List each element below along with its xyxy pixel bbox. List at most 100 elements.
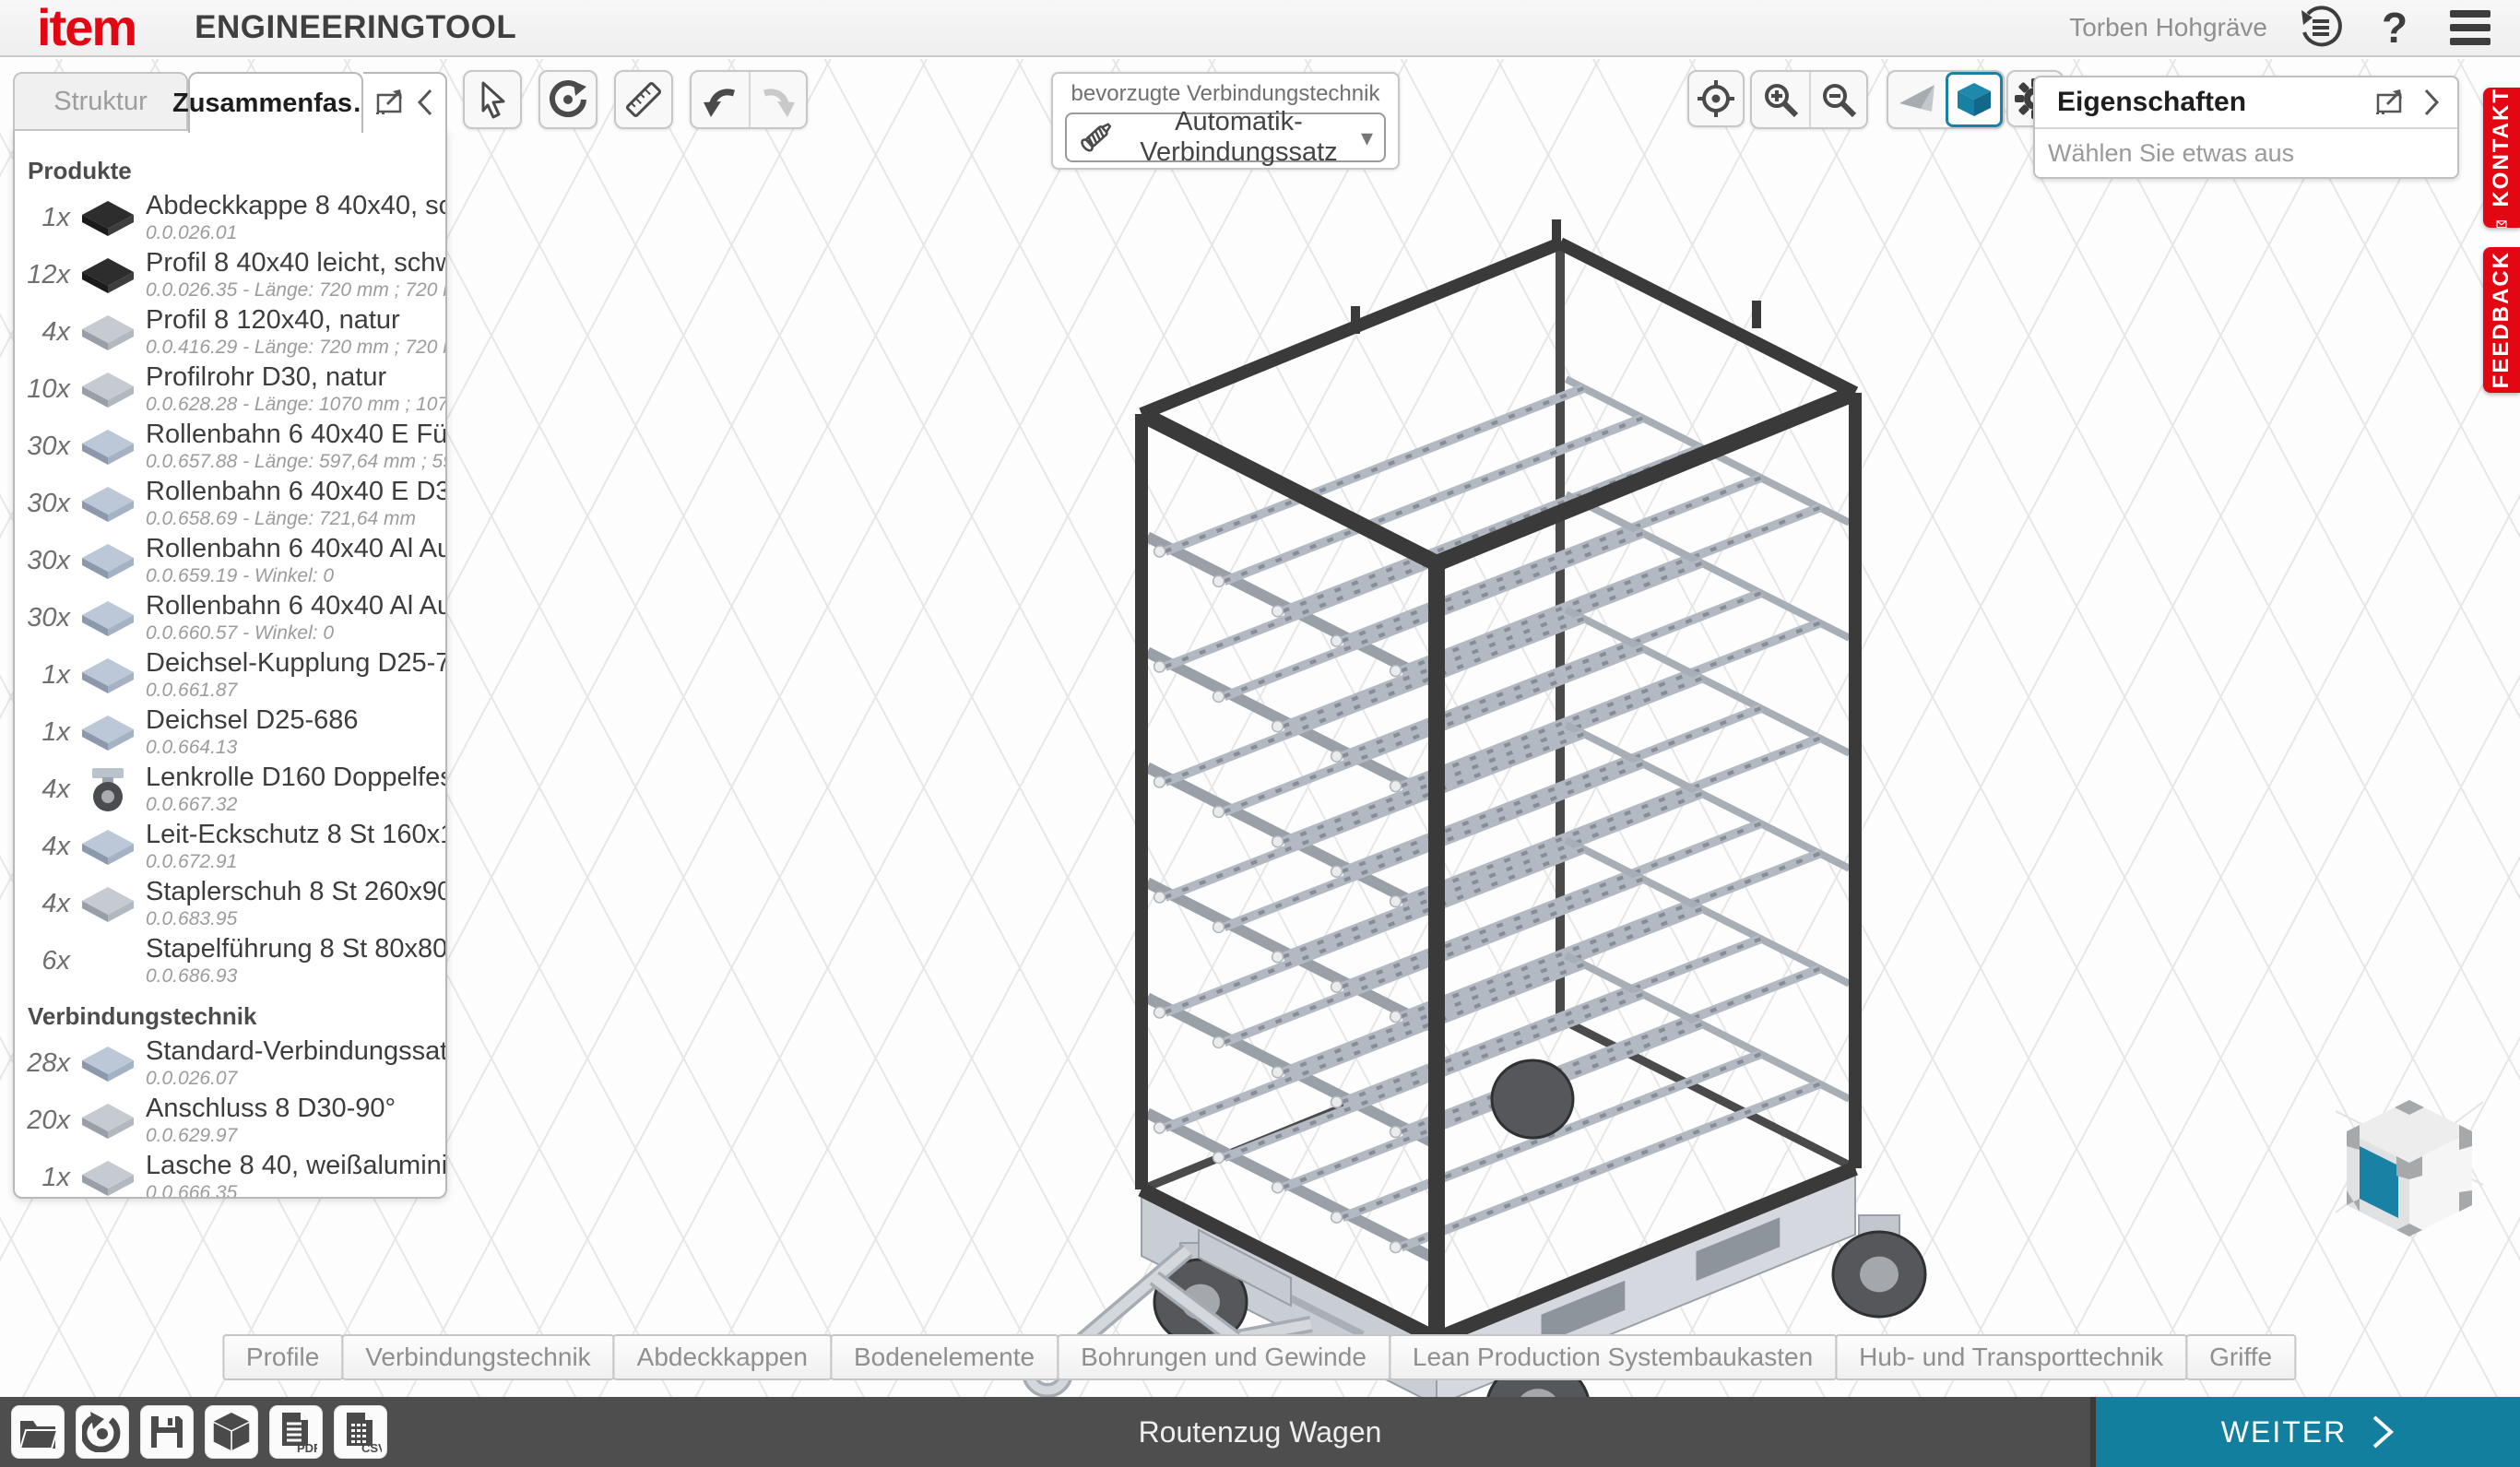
collapse-panel-icon[interactable] <box>416 88 434 117</box>
zoom-in-button[interactable] <box>1752 72 1809 127</box>
export-csv-button[interactable]: CSV <box>334 1405 387 1459</box>
part-name: Profil 8 40x40 leicht, schw… <box>146 248 445 278</box>
part-row[interactable]: 4xStaplerschuh 8 St 260x90x…0.0.683.95 <box>15 875 445 932</box>
export-3d-button[interactable] <box>205 1405 258 1459</box>
export-pdf-button[interactable]: PDF <box>269 1405 323 1459</box>
history-icon[interactable] <box>2295 4 2343 52</box>
kontakt-tab[interactable]: KONTAKT <box>2483 88 2520 228</box>
category-tab-hub-und-transporttechnik[interactable]: Hub- und Transporttechnik <box>1835 1334 2187 1380</box>
tab-struktur[interactable]: Struktur <box>13 72 188 131</box>
undo-button[interactable] <box>692 72 749 127</box>
help-icon[interactable]: ? <box>2371 4 2419 52</box>
svg-text:CSV: CSV <box>361 1441 382 1453</box>
part-row[interactable]: 30xRollenbahn 6 40x40 E Führ…0.0.657.88 … <box>15 418 445 475</box>
category-tab-verbindungstechnik[interactable]: Verbindungstechnik <box>341 1334 614 1380</box>
part-info: 0.0.657.88 - Länge: 597,64 mm ; 597,64 m… <box>146 451 445 473</box>
summary-panel: Produkte1xAbdeckkappe 8 40x40, sch…0.0.0… <box>13 129 447 1199</box>
app-header: item ENGINEERINGTOOL Torben Hohgräve ? <box>0 0 2520 57</box>
cart-model[interactable] <box>922 197 2084 1451</box>
part-info: 0.0.686.93 <box>146 965 445 988</box>
transparent-view-button[interactable] <box>1888 72 1946 127</box>
select-tool-button[interactable] <box>463 70 522 129</box>
connection-select[interactable]: Automatik-Verbindungssatz ▾ <box>1065 112 1386 162</box>
part-info: 0.0.026.01 <box>146 222 445 244</box>
redo-button[interactable] <box>749 72 806 127</box>
part-row[interactable]: 1xDeichsel D25-6860.0.664.13 <box>15 704 445 761</box>
roller-bracket-thumbnail <box>70 538 146 583</box>
part-name: Profilrohr D30, natur <box>146 362 445 393</box>
part-info: 0.0.026.07 <box>146 1068 445 1090</box>
part-row[interactable]: 1xAbdeckkappe 8 40x40, sch…0.0.026.01 <box>15 189 445 246</box>
open-project-button[interactable] <box>11 1405 65 1459</box>
part-quantity: 30x <box>15 603 70 633</box>
part-quantity: 30x <box>15 432 70 462</box>
history-icon <box>2296 5 2342 51</box>
part-row[interactable]: 20xAnschluss 8 D30-90°0.0.629.97 <box>15 1092 445 1149</box>
part-row[interactable]: 6xStapelführung 8 St 80x80-3…0.0.686.93 <box>15 932 445 989</box>
part-name: Lenkrolle D160 Doppelfest… <box>146 763 445 793</box>
part-name: Deichsel-Kupplung D25-74,… <box>146 648 445 679</box>
zoom-out-button[interactable] <box>1809 72 1866 127</box>
envelope-icon <box>2490 220 2513 228</box>
view-cube[interactable] <box>2336 1074 2483 1259</box>
part-info: 0.0.661.87 <box>146 680 445 702</box>
part-row[interactable]: 30xRollenbahn 6 40x40 Al Auf…0.0.660.57 … <box>15 589 445 646</box>
project-name: Routenzug Wagen <box>1139 1397 1382 1467</box>
view-mode-group <box>1887 70 2005 129</box>
part-row[interactable]: 4xProfil 8 120x40, natur0.0.416.29 - Län… <box>15 303 445 361</box>
redo-icon <box>759 80 798 119</box>
connection-value: Automatik-Verbindungssatz <box>1117 107 1361 168</box>
part-name: Staplerschuh 8 St 260x90x… <box>146 877 445 907</box>
chevron-down-icon: ▾ <box>1361 124 1373 152</box>
profile-tube-thumbnail <box>70 367 146 411</box>
part-quantity: 1x <box>15 203 70 233</box>
reset-button[interactable] <box>76 1405 129 1459</box>
solid-view-button[interactable] <box>1946 72 2003 127</box>
caster-thumbnail <box>70 765 146 813</box>
category-tab-lean-production-systembaukasten[interactable]: Lean Production Systembaukasten <box>1389 1334 1837 1380</box>
part-row[interactable]: 1xLasche 8 40, weißaluminiu…0.0.666.35 <box>15 1149 445 1199</box>
part-info: 0.0.667.32 <box>146 794 445 816</box>
category-tab-bodenelemente[interactable]: Bodenelemente <box>830 1334 1059 1380</box>
part-info: 0.0.628.28 - Länge: 1070 mm ; 1070 mm <box>146 394 445 416</box>
category-tab-abdeckkappen[interactable]: Abdeckkappen <box>613 1334 832 1380</box>
cursor-icon <box>474 79 511 120</box>
cover-cap-black-thumbnail <box>70 195 146 240</box>
solid-view-icon <box>1954 79 1994 120</box>
collapse-properties-icon[interactable] <box>2422 88 2441 117</box>
center-view-button[interactable] <box>1687 70 1745 127</box>
connection-label: bevorzugte Verbindungstechnik <box>1071 81 1380 107</box>
user-name: Torben Hohgräve <box>2069 13 2267 42</box>
part-info: 0.0.666.35 <box>146 1182 445 1199</box>
popout-properties-icon[interactable] <box>2374 88 2406 117</box>
category-tab-profile[interactable]: Profile <box>222 1334 343 1380</box>
part-row[interactable]: 1x Deichsel-Kupplung D25-74,…0.0.661.87 <box>15 646 445 704</box>
measure-tool-button[interactable] <box>614 70 673 129</box>
part-name: Standard-Verbindungssatz … <box>146 1036 445 1067</box>
part-row[interactable]: 4xLeit-Eckschutz 8 St 160x16…0.0.672.91 <box>15 818 445 875</box>
menu-icon[interactable] <box>2446 4 2494 52</box>
part-row[interactable]: 30xRollenbahn 6 40x40 Al Auf…0.0.659.19 … <box>15 532 445 589</box>
category-tab-griffe[interactable]: Griffe <box>2185 1334 2296 1380</box>
category-tabs: ProfileVerbindungstechnikAbdeckkappenBod… <box>224 1334 2296 1380</box>
part-quantity: 10x <box>15 374 70 405</box>
part-row[interactable]: 30xRollenbahn 6 40x40 E D300.0.658.69 - … <box>15 475 445 532</box>
part-row[interactable]: 4xLenkrolle D160 Doppelfest…0.0.667.32 <box>15 761 445 818</box>
part-row[interactable]: 10x Profilrohr D30, natur0.0.628.28 - Län… <box>15 361 445 418</box>
part-row[interactable]: 12xProfil 8 40x40 leicht, schw…0.0.026.3… <box>15 246 445 303</box>
stack-guide-thumbnail <box>70 939 146 983</box>
part-quantity: 1x <box>15 660 70 691</box>
properties-placeholder: Wählen Sie etwas aus <box>2048 139 2294 168</box>
target-icon <box>1696 78 1736 119</box>
part-info: 0.0.660.57 - Winkel: 0 <box>146 622 445 645</box>
save-button[interactable] <box>140 1405 194 1459</box>
part-row[interactable]: 28xStandard-Verbindungssatz …0.0.026.07 <box>15 1035 445 1092</box>
part-quantity: 4x <box>15 317 70 348</box>
rotate-tool-button[interactable] <box>538 70 597 129</box>
category-tab-bohrungen-und-gewinde[interactable]: Bohrungen und Gewinde <box>1057 1334 1390 1380</box>
connection-panel: bevorzugte Verbindungstechnik Automatik-… <box>1051 72 1400 170</box>
feedback-tab[interactable]: FEEDBACK <box>2483 247 2520 393</box>
popout-panel-icon[interactable] <box>374 88 406 117</box>
tab-zusammenfassung[interactable]: Zusammenfas… <box>188 72 363 133</box>
weiter-button[interactable]: WEITER <box>2090 1397 2520 1467</box>
